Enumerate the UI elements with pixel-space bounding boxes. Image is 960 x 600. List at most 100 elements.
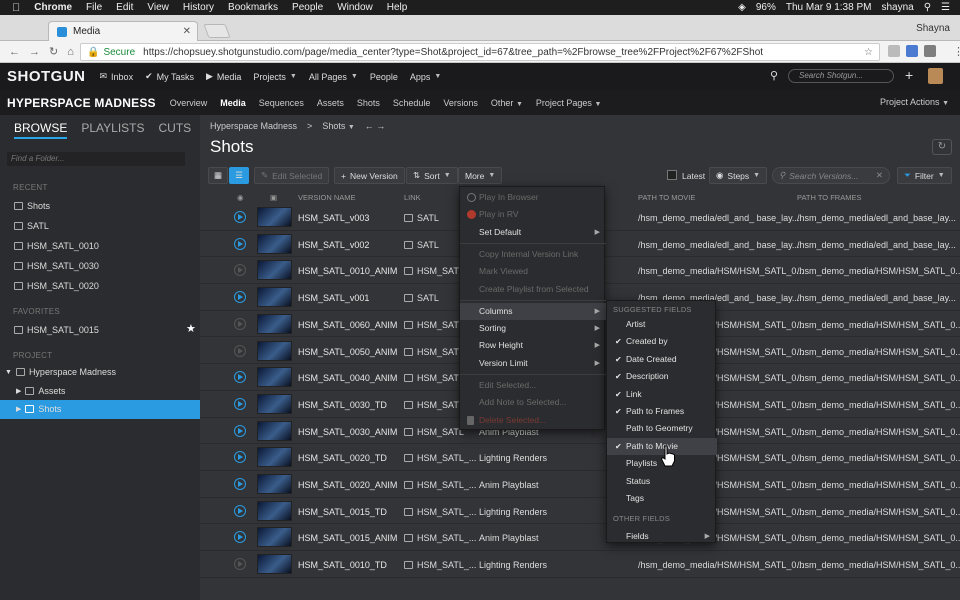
more-menu-item[interactable]: Set Default ▶ <box>460 224 606 241</box>
find-folder-input[interactable]: Find a Folder... <box>7 152 185 166</box>
col-link[interactable]: LINK <box>404 193 421 202</box>
col-path-to-movie[interactable]: PATH TO MOVIE <box>638 193 695 202</box>
tab-cuts[interactable]: CUTS <box>158 121 191 139</box>
url-text[interactable]: https://chopsuey.shotgunstudio.com/page/… <box>143 47 763 58</box>
path-to-frames-cell[interactable]: /hsm_demo_media/HSM/HSM_SATL_0... <box>797 507 960 517</box>
column-option[interactable]: Artist <box>607 316 717 333</box>
path-to-movie-cell[interactable]: /hsm_demo_media/edl_and_ base_lay... <box>638 213 799 223</box>
edit-selected-button[interactable]: ✎ Edit Selected <box>254 167 330 184</box>
version-name-cell[interactable]: HSM_SATL_0010_ANIM <box>298 266 397 276</box>
thumbnail[interactable] <box>257 447 292 468</box>
tab-media[interactable]: Media <box>220 98 246 108</box>
recent-item[interactable]: Shots <box>14 199 50 213</box>
play-icon[interactable] <box>234 264 246 277</box>
more-menu-item[interactable]: Copy Internal Version Link <box>460 246 606 263</box>
nav-media[interactable]: ▶ Media <box>206 71 241 82</box>
global-search-input[interactable]: Search Shotgun... <box>788 69 894 83</box>
favorite-star-icon[interactable]: ★ <box>186 322 196 335</box>
version-name-cell[interactable]: HSM_SATL_0015_TD <box>298 507 387 517</box>
project-title[interactable]: HYPERSPACE MADNESS <box>7 96 156 110</box>
plus-icon[interactable]: + <box>905 67 913 83</box>
path-to-frames-cell[interactable]: /hsm_demo_media/HSM/HSM_SATL_0... <box>797 320 960 330</box>
table-row[interactable]: HSM_SATL_0015_ANIM HSM_SATL_... Anim Playb… <box>200 524 960 552</box>
link-cell[interactable]: HSM_SATL <box>404 320 464 330</box>
link-cell[interactable]: HSM_SATL <box>404 400 464 410</box>
recent-item[interactable]: HSM_SATL_0030 <box>14 259 99 273</box>
home-icon[interactable]: ⌂ <box>67 46 74 58</box>
path-to-frames-cell[interactable]: /hsm_demo_media/HSM/HSM_SATL_0... <box>797 453 960 463</box>
thumbnail[interactable] <box>257 393 292 414</box>
more-menu-item[interactable]: Mark Viewed <box>460 263 606 280</box>
version-name-cell[interactable]: HSM_SATL_0030_TD <box>298 400 387 410</box>
steps-button[interactable]: ◉ Steps ▼ <box>709 167 768 184</box>
path-to-frames-cell[interactable]: /hsm_demo_media/edl_and_base_lay... <box>797 293 956 303</box>
column-option[interactable]: Path to Geometry <box>607 420 717 437</box>
extension-info-icon[interactable] <box>906 45 918 57</box>
thumbnail[interactable] <box>257 340 292 361</box>
play-icon[interactable] <box>234 531 246 544</box>
menu-window[interactable]: Window <box>337 2 373 13</box>
col-version-name[interactable]: VERSION NAME <box>298 193 356 202</box>
wifi-icon[interactable]: ◈ <box>738 2 746 13</box>
version-name-cell[interactable]: HSM_SATL_0060_ANIM <box>298 320 397 330</box>
nav-apps[interactable]: Apps ▼ <box>410 72 441 82</box>
more-menu-item[interactable]: Version Limit ▶ <box>460 355 606 372</box>
description-cell[interactable]: Anim Playblast <box>479 480 539 490</box>
play-icon[interactable] <box>234 237 246 250</box>
more-menu-item[interactable]: Edit Selected... <box>460 377 606 394</box>
description-cell[interactable]: Anim Playblast <box>479 533 539 543</box>
play-icon[interactable] <box>234 317 246 330</box>
play-icon[interactable] <box>234 558 246 571</box>
back-icon[interactable]: ← <box>9 46 20 58</box>
more-menu-item[interactable]: Delete Selected... <box>460 412 606 429</box>
more-menu-item[interactable]: Play in RV <box>460 206 606 223</box>
new-version-button[interactable]: + New Version <box>334 167 405 184</box>
link-cell[interactable]: HSM_SATL <box>404 266 464 276</box>
thumbnail[interactable] <box>257 233 292 254</box>
notification-center-icon[interactable]: ☰ <box>941 2 950 13</box>
tab-playlists[interactable]: PLAYLISTS <box>81 121 144 139</box>
tab-versions[interactable]: Versions <box>443 98 478 108</box>
version-name-cell[interactable]: HSM_SATL_v003 <box>298 213 369 223</box>
forward-icon[interactable]: → <box>29 46 40 58</box>
address-bar[interactable]: 🔒 Secure https://chopsuey.shotgunstudio.… <box>80 43 880 61</box>
browser-tab[interactable]: Media ✕ <box>48 21 198 41</box>
nav-people[interactable]: People <box>370 72 398 82</box>
thumbnail[interactable] <box>257 207 292 227</box>
history-arrows-icon[interactable]: ← → <box>365 121 386 131</box>
version-name-cell[interactable]: HSM_SATL_v002 <box>298 240 369 250</box>
extension-icon[interactable] <box>924 45 936 57</box>
play-icon[interactable] <box>234 371 246 384</box>
menu-view[interactable]: View <box>147 2 169 13</box>
clock[interactable]: Thu Mar 9 1:38 PM <box>786 2 872 13</box>
menu-bookmarks[interactable]: Bookmarks <box>228 2 278 13</box>
browser-menu-icon[interactable]: ⋮ <box>953 45 960 58</box>
link-cell[interactable]: HSM_SATL <box>404 373 464 383</box>
reload-icon[interactable]: ↻ <box>49 45 58 58</box>
new-tab-button[interactable] <box>203 24 231 38</box>
sort-button[interactable]: ⇅ Sort ▼ <box>406 167 458 184</box>
link-cell[interactable]: HSM_SATL_... <box>404 480 476 490</box>
more-menu-item[interactable]: Create Playlist from Selected <box>460 281 606 298</box>
menu-people[interactable]: People <box>292 2 323 13</box>
version-name-cell[interactable]: HSM_SATL_0015_ANIM <box>298 533 397 543</box>
tab-sequences[interactable]: Sequences <box>259 98 304 108</box>
column-option[interactable]: ✔ Link <box>607 386 717 403</box>
version-name-cell[interactable]: HSM_SATL_0010_TD <box>298 560 387 570</box>
tab-schedule[interactable]: Schedule <box>393 98 431 108</box>
thumbnail[interactable] <box>257 500 292 521</box>
column-option[interactable]: Tags <box>607 490 717 507</box>
link-cell[interactable]: HSM_SATL_... <box>404 533 476 543</box>
version-name-cell[interactable]: HSM_SATL_0030_ANIM <box>298 427 397 437</box>
link-cell[interactable]: SATL <box>404 240 439 250</box>
tree-item-assets[interactable]: ▶ Assets <box>16 384 65 398</box>
path-to-movie-cell[interactable]: /hsm_demo_media/HSM/HSM_SATL_0... <box>638 266 804 276</box>
menu-file[interactable]: File <box>86 2 102 13</box>
nav-inbox[interactable]: ✉ Inbox <box>100 71 134 82</box>
thumbnail[interactable] <box>257 527 292 548</box>
apple-icon[interactable]:  <box>12 2 20 14</box>
link-cell[interactable]: HSM_SATL <box>404 427 464 437</box>
thumbnail[interactable] <box>257 420 292 441</box>
more-button[interactable]: More ▼ <box>458 167 503 184</box>
path-to-movie-cell[interactable]: /hsm_demo_media/HSM/HSM_SATL_0... <box>638 560 804 570</box>
